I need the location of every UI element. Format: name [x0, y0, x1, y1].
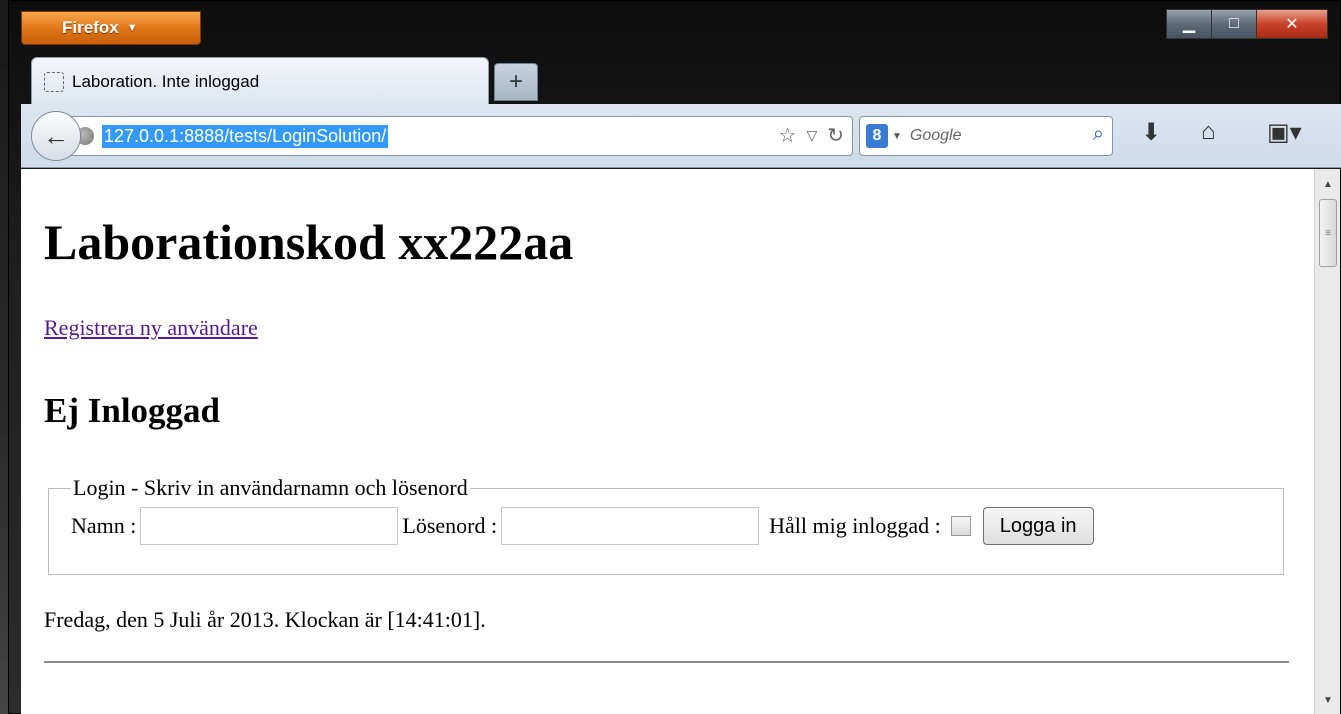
browser-window: Firefox ▼ ▁ □ ✕ Laboration. Inte inlogga…	[8, 0, 1341, 714]
caret-down-icon: ▼	[126, 22, 138, 34]
search-bar[interactable]: 8 ▼ Google ⌕	[859, 116, 1113, 156]
page-content: Laborationskod xx222aa Registrera ny anv…	[44, 169, 1304, 663]
firefox-menu-button[interactable]: Firefox ▼	[21, 11, 201, 45]
search-placeholder: Google	[909, 127, 962, 144]
login-button[interactable]: Logga in	[982, 507, 1094, 545]
download-arrow-icon[interactable]: ⬇	[1141, 118, 1161, 147]
reload-icon[interactable]: ↻	[827, 123, 844, 148]
firefox-menu-label: Firefox	[62, 18, 119, 37]
new-tab-button[interactable]: +	[494, 63, 538, 101]
magnifier-icon[interactable]: ⌕	[1093, 123, 1104, 146]
register-link[interactable]: Registrera ny användare	[44, 315, 258, 341]
login-legend: Login - Skriv in användarnamn och löseno…	[73, 475, 468, 500]
back-arrow-icon: ←	[43, 120, 69, 151]
login-status-heading: Ej Inloggad	[44, 391, 221, 430]
divider	[44, 661, 1289, 663]
history-dropdown-icon[interactable]: ▽	[806, 127, 817, 148]
remember-label: Håll mig inloggad :	[769, 513, 941, 538]
window-controls: ▁ □ ✕	[1166, 9, 1328, 39]
tab-title: Laboration. Inte inloggad	[72, 71, 260, 91]
tab-strip: Laboration. Inte inloggad +	[31, 57, 538, 107]
bookmarks-icon[interactable]: ▣▾	[1267, 118, 1302, 147]
login-fieldset: Login - Skriv in användarnamn och löseno…	[48, 475, 1284, 575]
star-icon[interactable]: ☆	[779, 123, 797, 148]
minimize-button[interactable]: ▁	[1166, 9, 1212, 39]
page-viewport: Laborationskod xx222aa Registrera ny anv…	[21, 169, 1340, 714]
password-input[interactable]	[501, 507, 760, 545]
tab-active[interactable]: Laboration. Inte inloggad	[31, 57, 489, 105]
name-input[interactable]	[140, 507, 399, 545]
close-button[interactable]: ✕	[1256, 9, 1328, 39]
home-icon[interactable]: ⌂	[1201, 118, 1216, 146]
scroll-down-arrow-icon[interactable]: ▼	[1315, 689, 1340, 713]
url-bar[interactable]: 127.0.0.1:8888/tests/LoginSolution/ ☆ ▽ …	[63, 116, 853, 156]
favicon-placeholder-icon	[44, 71, 64, 92]
back-button[interactable]: ←	[31, 111, 81, 161]
datetime-text: Fredag, den 5 Juli år 2013. Klockan är […	[44, 607, 486, 632]
search-engine-icon[interactable]: 8	[866, 124, 888, 148]
url-bar-icons: ☆ ▽ ↻	[779, 123, 844, 148]
navigation-toolbar: 127.0.0.1:8888/tests/LoginSolution/ ☆ ▽ …	[21, 104, 1341, 168]
login-row: Namn : Lösenord : Håll mig inloggad : Lo…	[71, 507, 1261, 545]
scrollbar-thumb[interactable]: ≡	[1319, 199, 1337, 267]
plus-icon: +	[508, 68, 523, 95]
scroll-up-arrow-icon[interactable]: ▲	[1315, 173, 1340, 197]
password-label: Lösenord :	[402, 513, 498, 538]
remember-checkbox[interactable]	[950, 516, 971, 536]
url-text: 127.0.0.1:8888/tests/LoginSolution/	[102, 124, 389, 148]
vertical-scrollbar[interactable]: ▲ ≡ ▼	[1314, 169, 1340, 714]
search-engine-caret-icon[interactable]: ▼	[892, 131, 902, 142]
maximize-button[interactable]: □	[1211, 9, 1257, 39]
name-label: Namn :	[71, 513, 137, 538]
page-heading: Laborationskod xx222aa	[44, 214, 574, 270]
